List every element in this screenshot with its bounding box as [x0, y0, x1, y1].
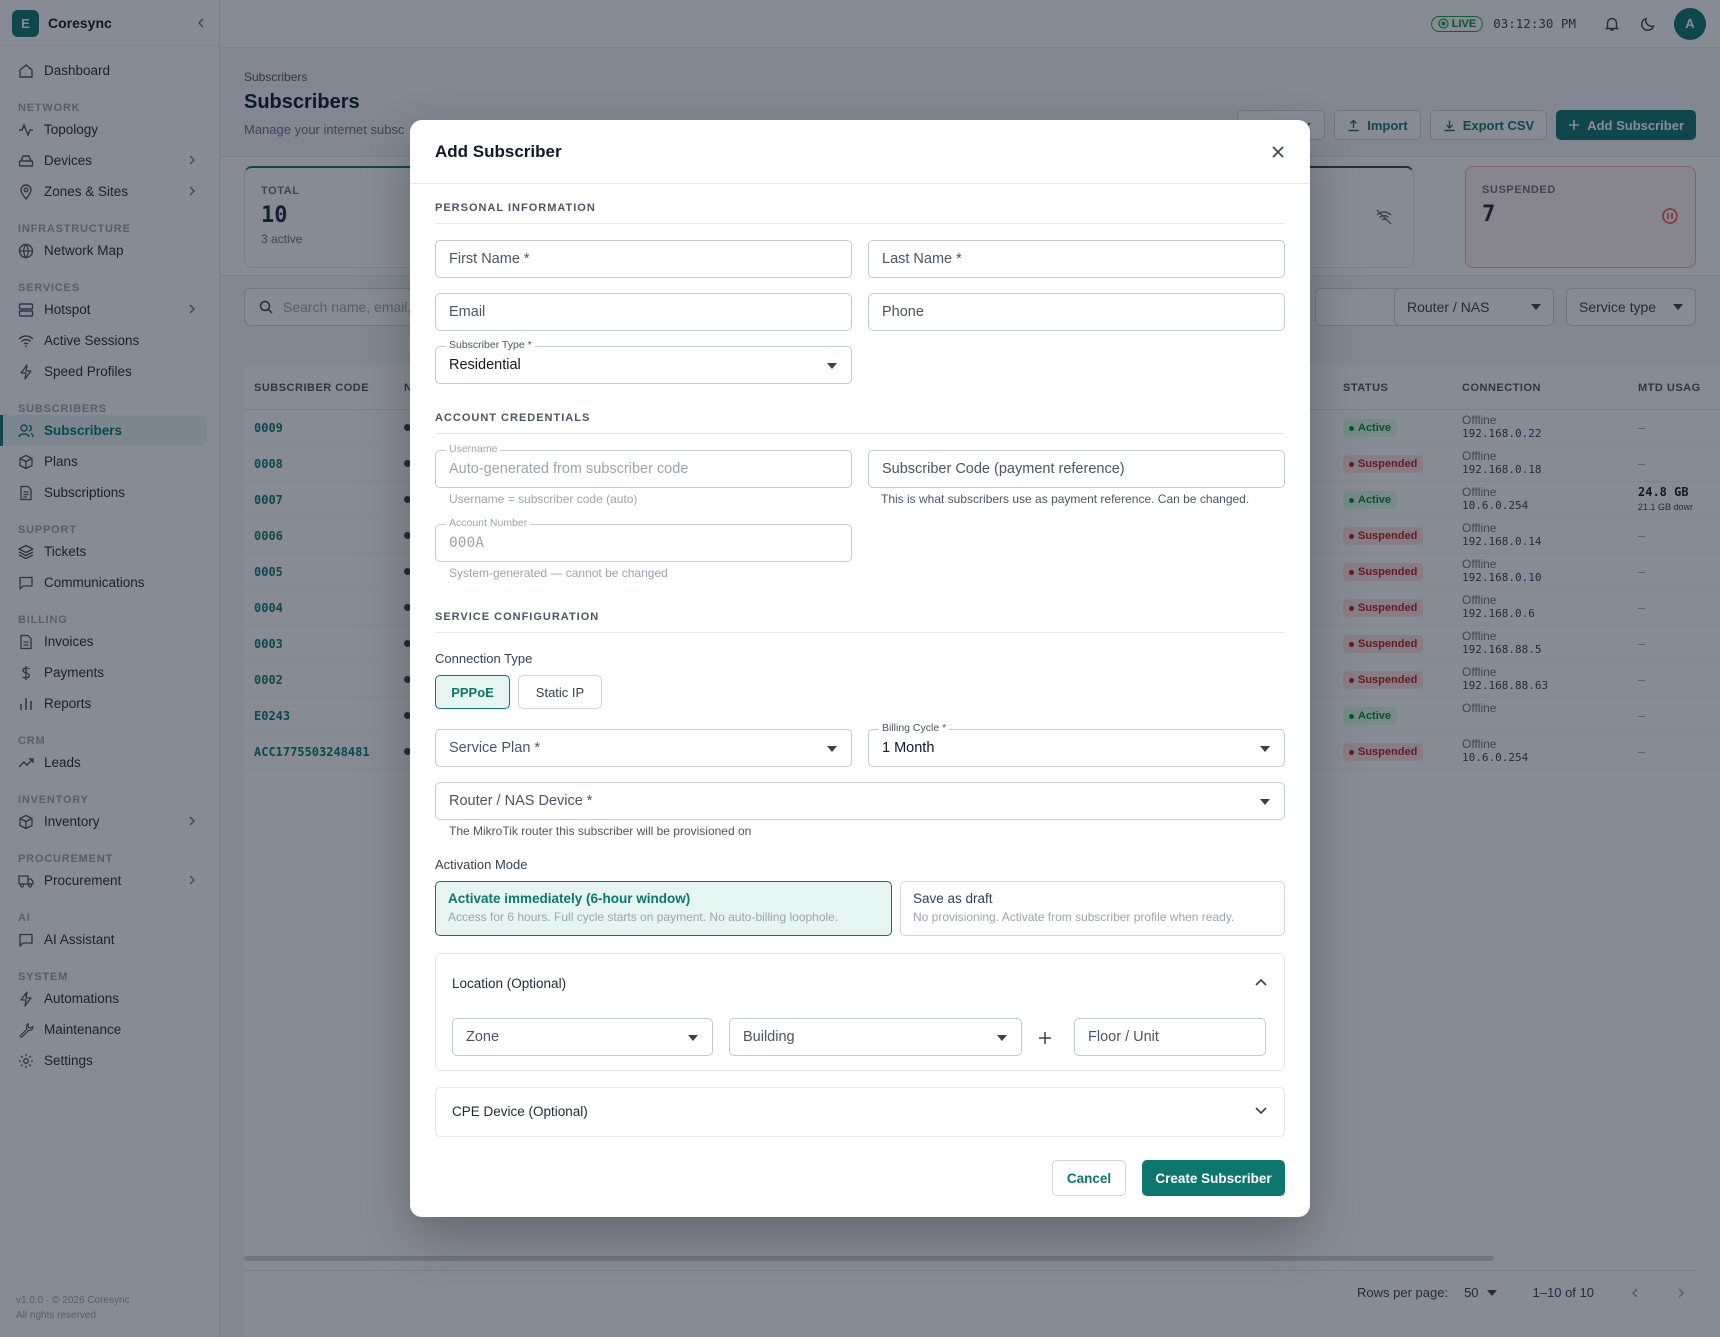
phone-placeholder: Phone: [882, 304, 924, 320]
router-nas-helper: The MikroTik router this subscriber will…: [449, 824, 752, 838]
caret-down-icon: [688, 1035, 698, 1041]
subscriber-code-field[interactable]: Subscriber Code (payment reference): [868, 450, 1285, 488]
building-select[interactable]: Building: [729, 1018, 1022, 1056]
floor-unit-field[interactable]: Floor / Unit: [1074, 1018, 1266, 1056]
activation-draft-desc: No provisioning. Activate from subscribe…: [913, 910, 1235, 924]
create-subscriber-button[interactable]: Create Subscriber: [1142, 1160, 1285, 1196]
modal-header: Add Subscriber: [410, 120, 1310, 184]
zone-select[interactable]: Zone: [452, 1018, 713, 1056]
account-number-field: Account Number 000A: [435, 517, 852, 562]
add-subscriber-modal: Add Subscriber PERSONAL INFORMATION Firs…: [410, 120, 1310, 1217]
account-number-helper: System-generated — cannot be changed: [449, 566, 668, 580]
location-panel: Location (Optional) Zone Building Floor …: [435, 953, 1285, 1071]
username-label: Username: [446, 443, 501, 455]
activation-immediate-title: Activate immediately (6-hour window): [448, 891, 691, 906]
router-nas-placeholder: Router / NAS Device *: [449, 793, 593, 809]
first-name-field[interactable]: First Name *: [435, 240, 852, 278]
caret-down-icon: [997, 1035, 1007, 1041]
subscriber-type-value: Residential: [449, 357, 521, 373]
section-account-credentials: ACCOUNT CREDENTIALS: [435, 412, 1285, 434]
connection-type-label: Connection Type: [435, 651, 533, 666]
subscriber-code-helper: This is what subscribers use as payment …: [881, 492, 1250, 506]
account-number-label: Account Number: [446, 517, 531, 529]
caret-down-icon: [1260, 799, 1270, 805]
username-helper: Username = subscriber code (auto): [449, 492, 638, 506]
location-panel-title[interactable]: Location (Optional): [452, 976, 566, 991]
activation-mode-immediate[interactable]: Activate immediately (6-hour window) Acc…: [435, 881, 892, 936]
activation-mode-draft[interactable]: Save as draft No provisioning. Activate …: [900, 881, 1285, 936]
activation-immediate-desc: Access for 6 hours. Full cycle starts on…: [448, 910, 839, 924]
email-placeholder: Email: [449, 304, 486, 320]
caret-down-icon: [1260, 746, 1270, 752]
username-placeholder: Auto-generated from subscriber code: [449, 461, 689, 477]
account-number-value: 000A: [449, 535, 484, 551]
last-name-field[interactable]: Last Name *: [868, 240, 1285, 278]
email-field[interactable]: Email: [435, 293, 852, 331]
cpe-device-panel[interactable]: CPE Device (Optional): [435, 1087, 1285, 1137]
subscriber-type-label: Subscriber Type *: [446, 339, 535, 351]
last-name-placeholder: Last Name *: [882, 251, 962, 267]
caret-down-icon: [827, 363, 837, 369]
cancel-button[interactable]: Cancel: [1052, 1160, 1126, 1196]
service-plan-select[interactable]: Service Plan *: [435, 729, 852, 767]
close-icon[interactable]: [1271, 145, 1285, 159]
first-name-placeholder: First Name *: [449, 251, 530, 267]
subscriber-code-placeholder: Subscriber Code (payment reference): [882, 461, 1125, 477]
connection-type-static-ip[interactable]: Static IP: [518, 675, 602, 709]
router-nas-select[interactable]: Router / NAS Device *: [435, 782, 1285, 820]
subscriber-type-select[interactable]: Subscriber Type * Residential: [435, 339, 852, 384]
connection-type-pppoe[interactable]: PPPoE: [435, 675, 510, 709]
billing-cycle-select[interactable]: Billing Cycle * 1 Month: [868, 722, 1285, 767]
service-plan-placeholder: Service Plan *: [449, 740, 541, 756]
caret-down-icon: [827, 746, 837, 752]
modal-title: Add Subscriber: [435, 141, 562, 161]
zone-placeholder: Zone: [466, 1029, 500, 1045]
section-service-configuration: SERVICE CONFIGURATION: [435, 611, 1285, 633]
add-building-plus-icon[interactable]: [1038, 1031, 1052, 1045]
activation-mode-label: Activation Mode: [435, 857, 528, 872]
floor-unit-placeholder: Floor / Unit: [1088, 1029, 1159, 1045]
billing-cycle-value: 1 Month: [882, 740, 935, 756]
section-personal-information: PERSONAL INFORMATION: [435, 202, 1285, 224]
building-placeholder: Building: [743, 1029, 795, 1045]
cpe-device-panel-title[interactable]: CPE Device (Optional): [452, 1104, 588, 1119]
chevron-down-icon[interactable]: [1254, 1106, 1268, 1116]
activation-draft-title: Save as draft: [913, 891, 993, 906]
billing-cycle-label: Billing Cycle *: [879, 722, 950, 734]
chevron-up-icon[interactable]: [1254, 977, 1268, 987]
phone-field[interactable]: Phone: [868, 293, 1285, 331]
username-field[interactable]: Username Auto-generated from subscriber …: [435, 443, 852, 488]
